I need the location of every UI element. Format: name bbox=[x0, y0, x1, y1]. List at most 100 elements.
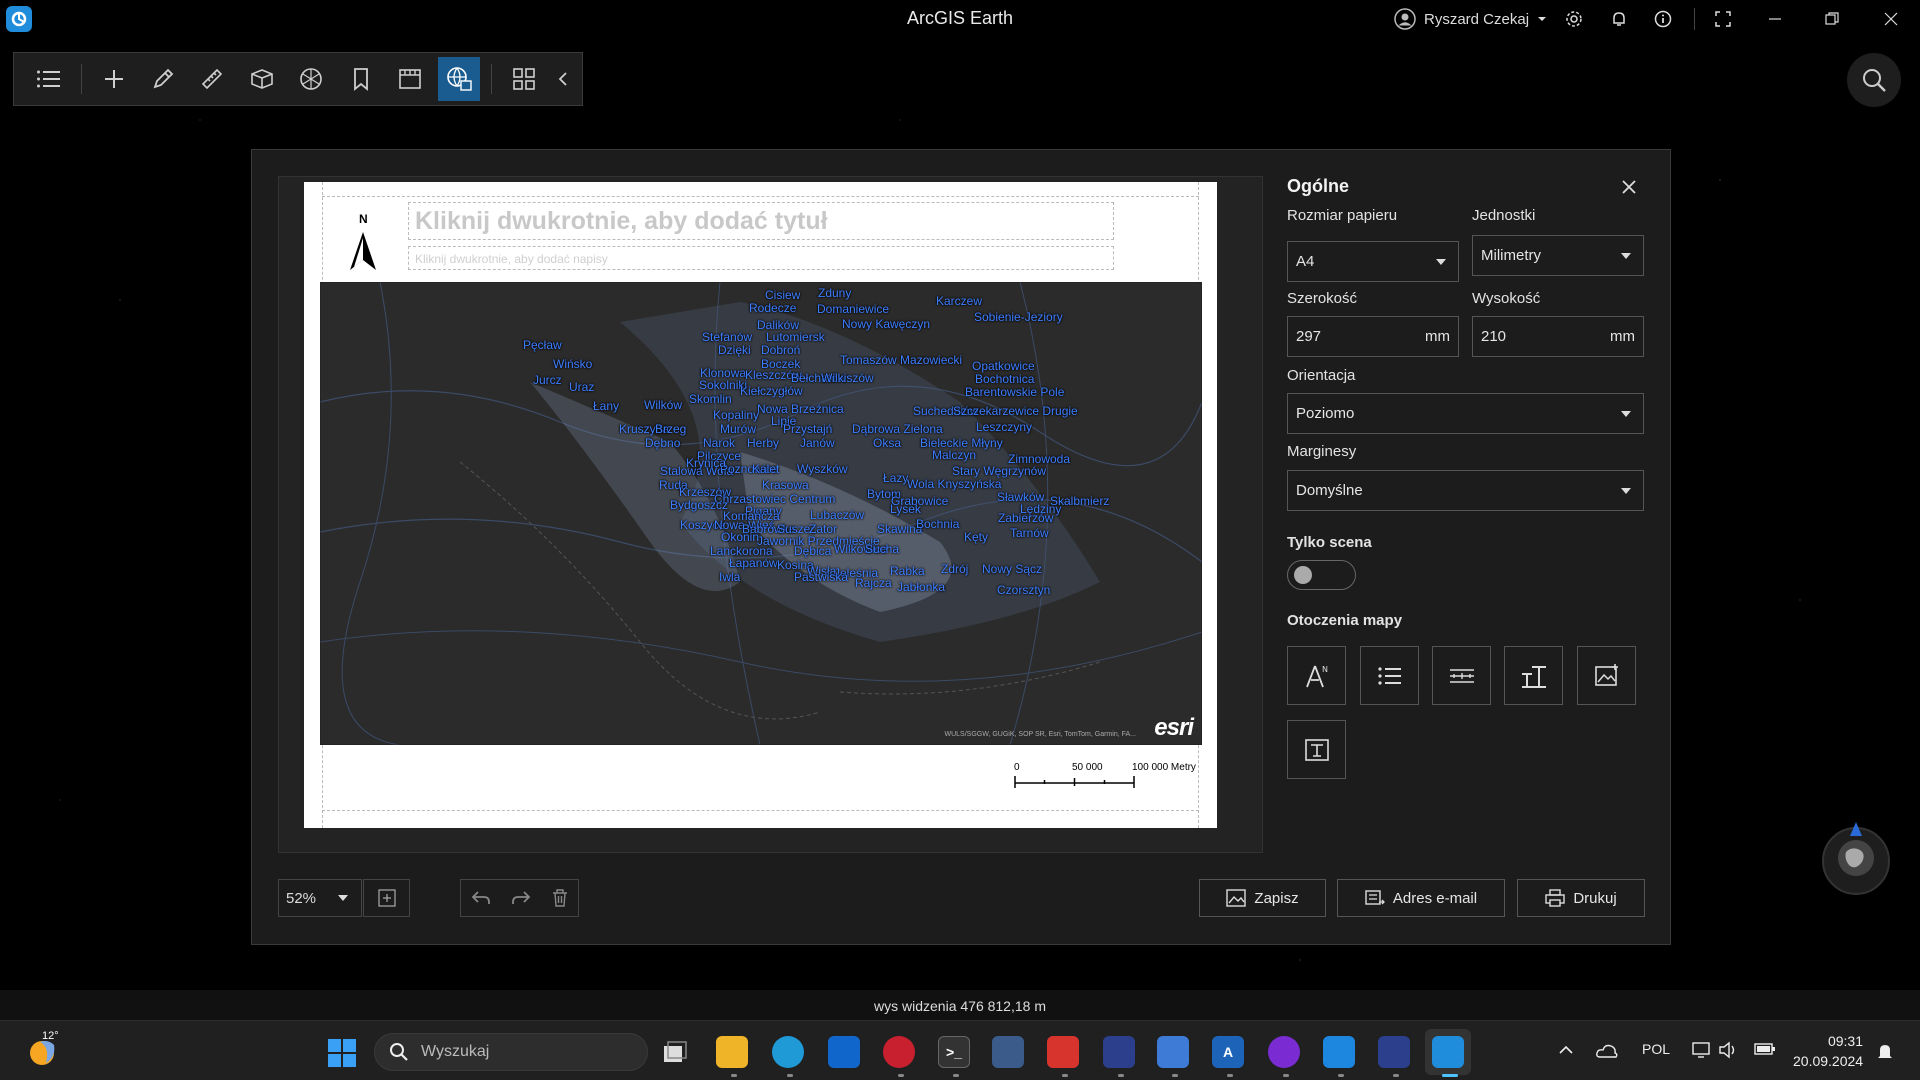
notifications-bell-icon[interactable] bbox=[1608, 8, 1630, 30]
map-place-label: Domaniewice bbox=[817, 302, 890, 316]
map-frame[interactable]: Cisiew Zduny Rodecze Domaniewice Karczew Sobi… bbox=[320, 282, 1202, 745]
edge-browser-icon[interactable] bbox=[772, 1036, 804, 1068]
scale-bar-graphic bbox=[1014, 776, 1135, 788]
layout-title[interactable]: Kliknij dwukrotnie, aby dodać tytuł bbox=[408, 202, 1114, 240]
email-button[interactable]: Adres e-mail bbox=[1337, 879, 1505, 917]
navigation-compass[interactable] bbox=[1822, 822, 1890, 895]
zoom-select[interactable]: 52% bbox=[278, 879, 362, 917]
add-image-button[interactable] bbox=[1577, 646, 1636, 705]
units-select[interactable]: Milimetry bbox=[1472, 235, 1644, 276]
apps-grid-icon[interactable] bbox=[502, 57, 544, 101]
task-view-icon[interactable] bbox=[659, 1036, 691, 1068]
clock-time: 09:31 bbox=[1827, 1033, 1863, 1049]
battery-icon[interactable] bbox=[1754, 1042, 1776, 1056]
view-height: wys widzenia 476 812,18 m bbox=[874, 998, 1046, 1014]
3d-app-icon[interactable] bbox=[992, 1036, 1024, 1068]
height-value: 210 bbox=[1481, 328, 1507, 345]
add-legend-button[interactable] bbox=[1360, 646, 1419, 705]
toolbar-divider bbox=[81, 64, 83, 94]
print-label: Drukuj bbox=[1573, 889, 1617, 907]
toggle-knob bbox=[1294, 566, 1312, 584]
pdf-app-icon[interactable] bbox=[1047, 1036, 1079, 1068]
scene-only-label: Tylko scena bbox=[1287, 534, 1372, 551]
print-button[interactable]: Drukuj bbox=[1517, 879, 1645, 917]
file-explorer-icon[interactable] bbox=[716, 1036, 748, 1068]
analysis-icon[interactable] bbox=[290, 57, 332, 101]
map-place-label: Zabierzów bbox=[998, 511, 1054, 525]
user-menu[interactable]: Ryszard Czekaj bbox=[1394, 8, 1547, 30]
taskbar-clock[interactable]: 09:31 20.09.2024 bbox=[1793, 1031, 1863, 1071]
info-icon[interactable] bbox=[1652, 8, 1674, 30]
add-text-button[interactable] bbox=[1504, 646, 1563, 705]
chevron-down-icon bbox=[338, 895, 348, 901]
volume-icon[interactable] bbox=[1718, 1041, 1738, 1059]
purple-app-icon[interactable] bbox=[1268, 1036, 1300, 1068]
collapse-chevron-left-icon[interactable] bbox=[552, 57, 575, 101]
running-indicator bbox=[1062, 1074, 1068, 1077]
presentation-icon[interactable] bbox=[389, 57, 431, 101]
layout-subtitle[interactable]: Kliknij dwukrotnie, aby dodać napisy bbox=[408, 246, 1114, 270]
save-app-icon[interactable] bbox=[1103, 1036, 1135, 1068]
map-place-label: Herby bbox=[747, 436, 780, 450]
delete-trash-icon[interactable] bbox=[552, 889, 568, 907]
map-place-label: Lutomiersk bbox=[766, 330, 825, 344]
windows-start-icon[interactable] bbox=[327, 1038, 357, 1068]
print-icon[interactable] bbox=[438, 57, 481, 101]
orientation-select[interactable]: Poziomo bbox=[1287, 393, 1644, 434]
restore-icon[interactable] bbox=[1821, 8, 1843, 30]
redo-icon[interactable] bbox=[511, 890, 531, 906]
scene-only-toggle[interactable] bbox=[1287, 560, 1356, 590]
chevron-up-icon[interactable] bbox=[1559, 1045, 1573, 1055]
map-place-label: Cisiew bbox=[765, 288, 801, 302]
add-north-arrow-button[interactable]: N bbox=[1287, 646, 1346, 705]
north-arrow-icon[interactable] bbox=[348, 226, 378, 278]
margins-select[interactable]: Domyślne bbox=[1287, 470, 1644, 511]
running-indicator bbox=[1338, 1074, 1344, 1077]
svg-text:N: N bbox=[1322, 665, 1328, 674]
arcgis-earth-taskbar-icon[interactable] bbox=[1432, 1036, 1464, 1068]
scale-bar[interactable]: 0 50 000 100 000 Metry bbox=[1014, 762, 1196, 798]
layout-paper: N Kliknij dwukrotnie, aby dodać tytuł Kl… bbox=[304, 182, 1217, 828]
fit-to-page-button[interactable] bbox=[363, 879, 410, 917]
red-app-icon[interactable] bbox=[883, 1036, 915, 1068]
onedrive-cloud-icon[interactable] bbox=[1596, 1041, 1618, 1061]
map-place-label: Kęty bbox=[964, 530, 989, 544]
save-button[interactable]: Zapisz bbox=[1199, 879, 1326, 917]
search-button[interactable] bbox=[1847, 53, 1901, 107]
settings-gear-icon[interactable] bbox=[1563, 8, 1585, 30]
fullscreen-icon[interactable] bbox=[1712, 8, 1734, 30]
taskbar-search[interactable]: Wyszukaj bbox=[374, 1033, 648, 1071]
map-place-label: Komańcza bbox=[723, 509, 780, 523]
terminal-icon[interactable]: >_ bbox=[938, 1036, 970, 1068]
add-scale-bar-button[interactable] bbox=[1432, 646, 1491, 705]
photos-app-icon[interactable] bbox=[1323, 1036, 1355, 1068]
map-place-label: Iwla bbox=[719, 570, 741, 584]
close-window-icon[interactable] bbox=[1880, 8, 1902, 30]
notepad-icon[interactable] bbox=[1157, 1036, 1189, 1068]
height-unit: mm bbox=[1610, 328, 1635, 345]
contents-icon[interactable] bbox=[28, 57, 70, 101]
add-icon[interactable] bbox=[92, 57, 134, 101]
microsoft-store-icon[interactable] bbox=[828, 1036, 860, 1068]
draw-icon[interactable] bbox=[142, 57, 184, 101]
measure-icon[interactable] bbox=[191, 57, 233, 101]
minimize-icon[interactable] bbox=[1764, 8, 1786, 30]
close-icon[interactable] bbox=[1620, 178, 1638, 196]
width-input[interactable]: 297 mm bbox=[1287, 316, 1459, 357]
map-place-label: Barentowskie Pole bbox=[965, 385, 1065, 399]
map-place-label: Kopaliny bbox=[713, 408, 760, 422]
add-text-box-button[interactable] bbox=[1287, 720, 1346, 779]
map-place-label: Tarnów bbox=[1010, 526, 1049, 540]
disk-app-icon[interactable] bbox=[1378, 1036, 1410, 1068]
notification-bell-icon[interactable] bbox=[1876, 1042, 1894, 1062]
3d-object-icon[interactable] bbox=[241, 57, 283, 101]
language-indicator[interactable]: POL bbox=[1642, 1041, 1670, 1057]
clock-date: 20.09.2024 bbox=[1793, 1053, 1864, 1069]
undo-icon[interactable] bbox=[471, 890, 491, 906]
arcgis-pro-icon[interactable]: A bbox=[1212, 1036, 1244, 1068]
save-label: Zapisz bbox=[1254, 889, 1299, 907]
paper-size-select[interactable]: A4 bbox=[1287, 241, 1459, 282]
bookmark-icon[interactable] bbox=[339, 57, 381, 101]
network-icon[interactable] bbox=[1692, 1040, 1712, 1060]
height-input[interactable]: 210 mm bbox=[1472, 316, 1644, 357]
